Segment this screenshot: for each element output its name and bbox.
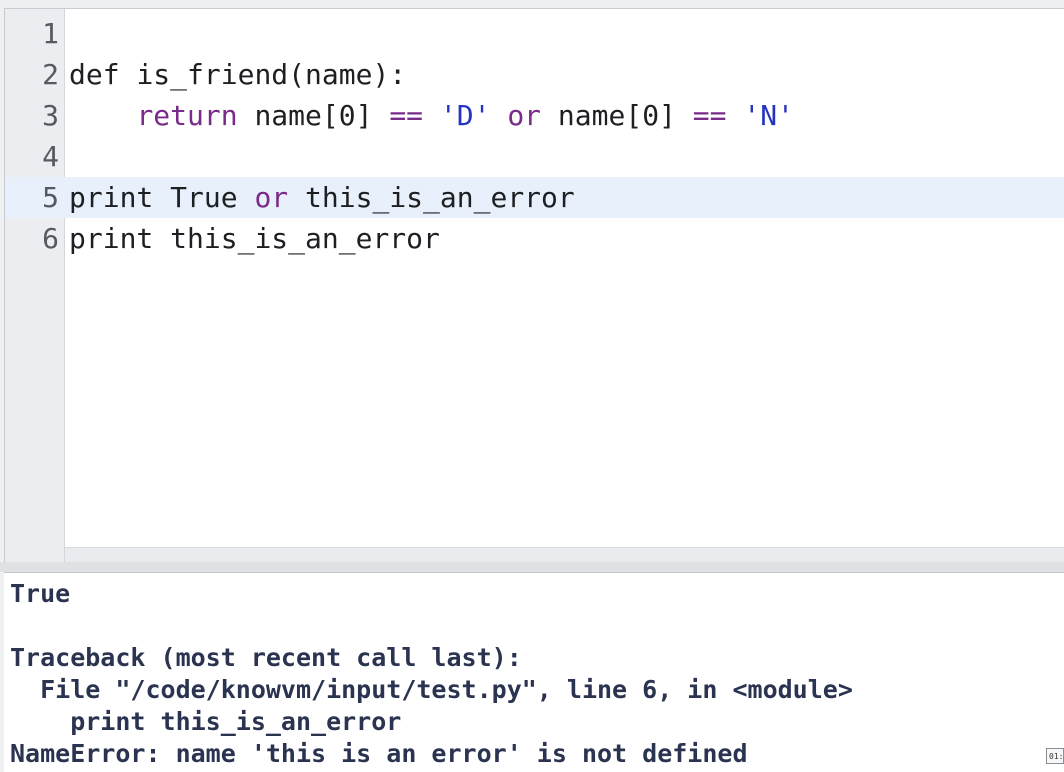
line-number: 6 — [42, 222, 59, 255]
line-code[interactable]: def is_friend(name): — [69, 54, 406, 95]
output-line: True — [10, 579, 71, 608]
line-code[interactable]: print this_is_an_error — [69, 218, 440, 259]
code-line[interactable]: 6 print this_is_an_error — [5, 218, 1064, 259]
code-token: def — [69, 58, 137, 91]
line-number: 5 — [42, 181, 59, 214]
editor-horizontal-scrollbar[interactable] — [65, 547, 1064, 562]
line-number: 2 — [42, 58, 59, 91]
code-token: == — [692, 99, 727, 132]
code-token: this_is_an_error — [153, 222, 440, 255]
code-line[interactable]: 1 — [5, 13, 1064, 54]
code-token: 'N' — [743, 99, 794, 132]
code-line[interactable]: 2 def is_friend(name): — [5, 54, 1064, 95]
code-line[interactable]: 3 return name[0] == 'D' or name[0] == 'N… — [5, 95, 1064, 136]
code-token: return — [136, 99, 238, 132]
code-token: 'D' — [439, 99, 491, 132]
code-line[interactable]: 5 print True or this_is_an_error — [5, 177, 1064, 218]
code-lines[interactable]: 1 2 def is_friend(name): 3 return name[0] =… — [5, 13, 1064, 259]
output-line: print this_is_an_error — [10, 707, 402, 736]
line-code[interactable]: print True or this_is_an_error — [69, 177, 575, 218]
video-timestamp: 01: — [1046, 748, 1064, 764]
line-number: 4 — [42, 140, 59, 173]
code-token: == — [389, 99, 424, 132]
code-token: print — [69, 222, 154, 255]
code-editor[interactable]: 1 2 def is_friend(name): 3 return name[0] =… — [4, 8, 1064, 562]
code-token: print — [69, 181, 154, 214]
code-token: is_friend(name): — [136, 58, 407, 91]
output-line: Traceback (most recent call last): — [10, 643, 522, 672]
pane-divider[interactable] — [0, 562, 1064, 572]
code-token: name[0] — [541, 99, 693, 132]
code-token: True — [153, 181, 255, 214]
line-number: 3 — [42, 99, 59, 132]
line-code[interactable]: return name[0] == 'D' or name[0] == 'N' — [69, 95, 794, 136]
line-number: 1 — [42, 17, 59, 50]
code-token: or — [254, 181, 289, 214]
code-line[interactable]: 4 — [5, 136, 1064, 177]
code-token: name[0] — [237, 99, 390, 132]
output-line: NameError: name 'this is an error' is no… — [10, 739, 748, 768]
code-token: or — [507, 99, 542, 132]
output-console: True Traceback (most recent call last): … — [4, 572, 1064, 772]
code-token: this_is_an_error — [288, 181, 575, 214]
output-line: File "/code/knowvm/input/test.py", line … — [10, 675, 853, 704]
